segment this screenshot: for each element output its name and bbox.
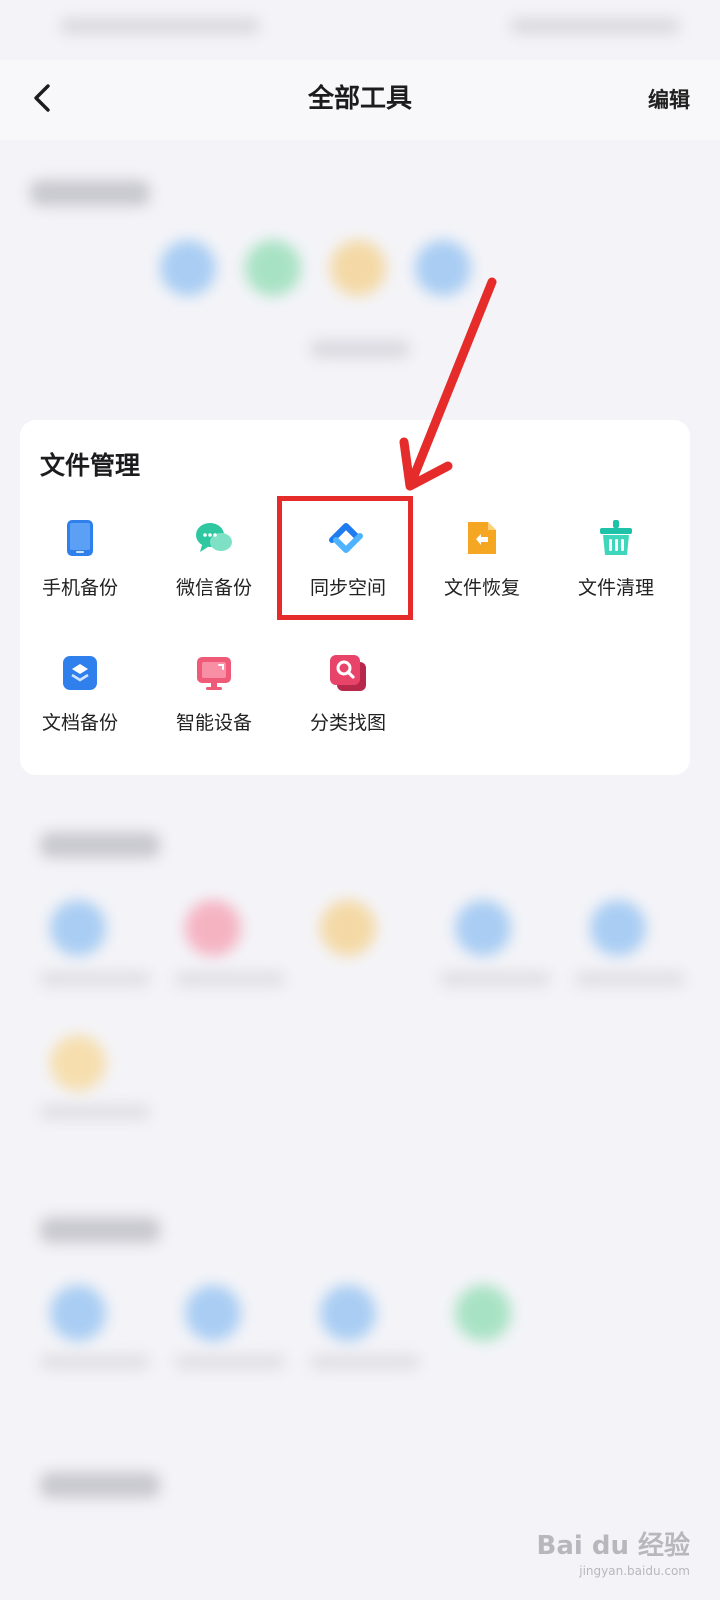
tool-wechat-backup[interactable]: 微信备份 [146,518,282,638]
photo-search-icon [330,655,366,691]
doc-backup-icon [63,656,97,690]
status-bar-right [510,18,680,34]
tool-file-restore[interactable]: 文件恢复 [414,518,550,638]
page-title: 全部工具 [307,84,412,114]
smart-device-icon [197,657,231,690]
tool-photo-search[interactable]: 分类找图 [280,653,416,773]
status-bar-left [60,18,260,34]
blurred-section-footer [20,1450,700,1530]
tool-smart-device[interactable]: 智能设备 [146,653,282,773]
phone-backup-icon [67,520,93,556]
file-restore-icon [468,522,496,554]
tool-label: 分类找图 [309,712,386,734]
annotation-arrow [399,277,497,491]
highlight-box [277,496,413,620]
blurred-section-bottom [20,1195,700,1395]
header: 全部工具 编辑 [0,60,720,140]
tool-label: 手机备份 [41,577,118,599]
tool-label: 微信备份 [175,577,252,599]
tool-label: 文档备份 [41,712,118,734]
tool-label: 智能设备 [175,712,252,734]
wechat-backup-icon [196,523,232,552]
status-bar [0,0,720,58]
blurred-section-middle [20,810,700,1150]
edit-button[interactable]: 编辑 [648,84,690,114]
tool-phone-backup[interactable]: 手机备份 [12,518,148,638]
tool-doc-backup[interactable]: 文档备份 [12,653,148,773]
blurred-section-top [20,160,700,390]
watermark: Bai du 经验 jingyan.baidu.com [537,1525,691,1578]
tool-file-clean[interactable]: 文件清理 [548,518,684,638]
watermark-brand: Bai du 经验 [536,1531,691,1561]
tool-label: 文件清理 [577,577,654,599]
file-clean-icon [600,520,632,555]
watermark-url: jingyan.baidu.com [579,1564,690,1578]
section-title: 文件管理 [40,451,141,480]
tool-label: 文件恢复 [443,577,520,599]
